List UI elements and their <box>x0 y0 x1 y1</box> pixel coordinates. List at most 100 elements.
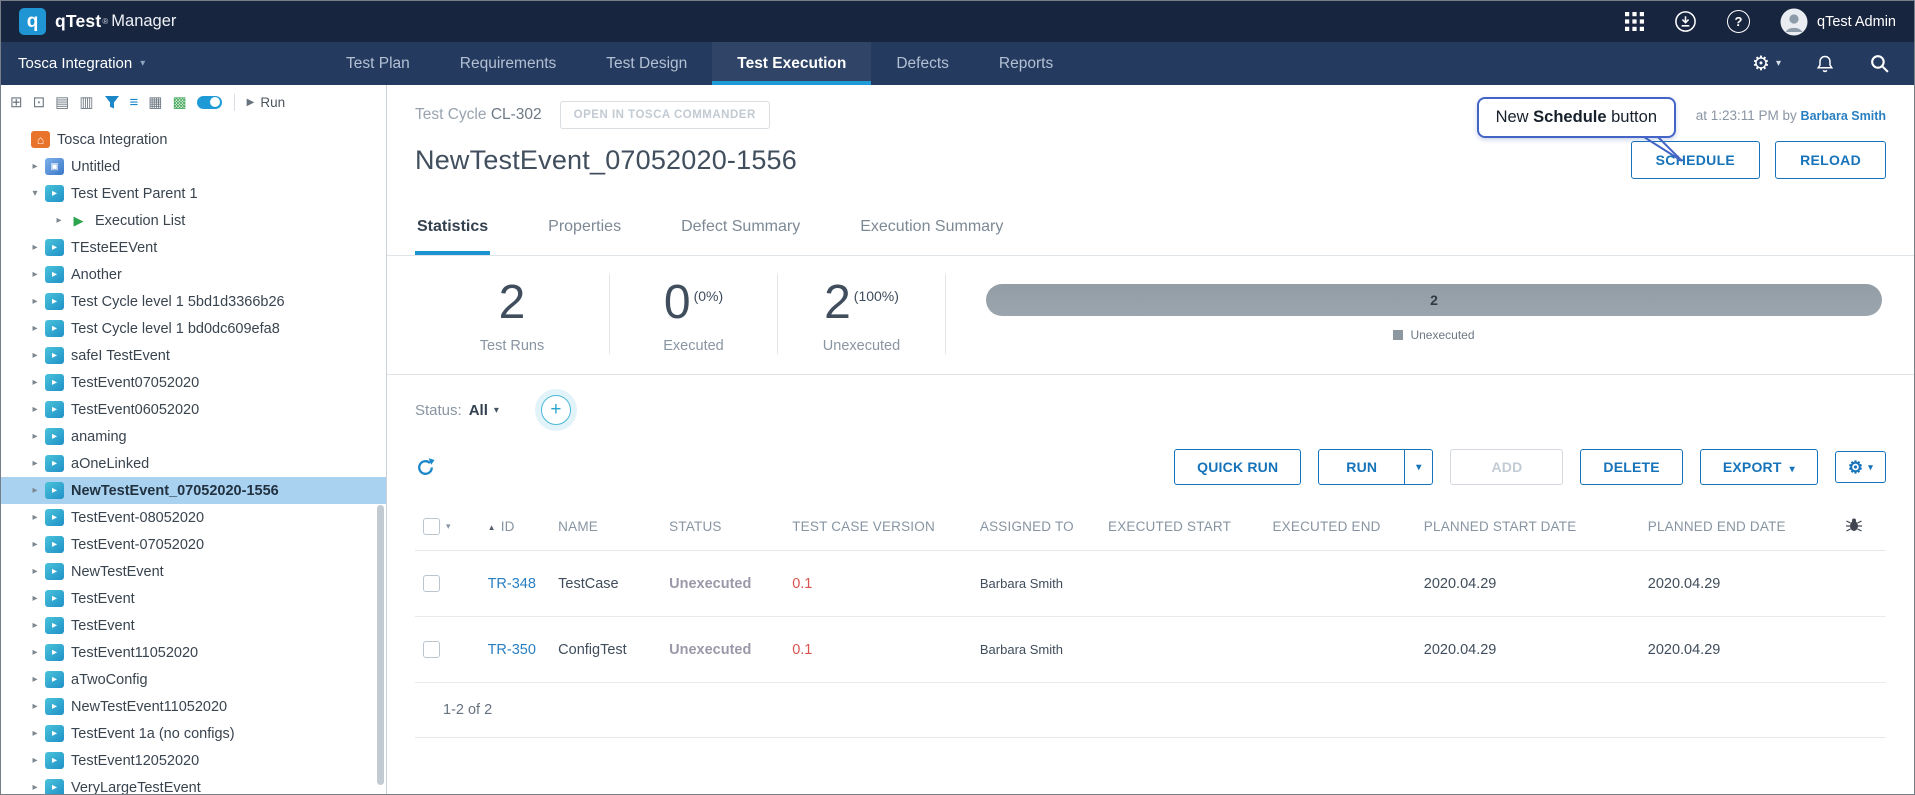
tab-defect-summary[interactable]: Defect Summary <box>679 205 802 255</box>
tree-item[interactable]: ▸▸TestEvent06052020 <box>1 396 386 423</box>
nav-item-requirements[interactable]: Requirements <box>435 42 582 85</box>
select-all-checkbox[interactable] <box>423 518 440 535</box>
tree-item[interactable]: ▸▸NewTestEvent_07052020-1556 <box>1 477 386 504</box>
caret-right-icon[interactable]: ▸ <box>27 539 43 550</box>
tab-properties[interactable]: Properties <box>546 205 623 255</box>
run-dropdown-caret[interactable]: ▾ <box>1404 449 1433 485</box>
updated-by-link[interactable]: Barbara Smith <box>1801 109 1886 123</box>
notifications-bell-icon[interactable] <box>1815 54 1835 74</box>
caret-right-icon[interactable]: ▸ <box>27 377 43 388</box>
tree-item[interactable]: ▸▶Execution List <box>1 207 386 234</box>
tree-item[interactable]: ▸▸TestEvent-07052020 <box>1 531 386 558</box>
sidebar-scrollbar[interactable] <box>377 505 384 785</box>
copy-item-icon[interactable]: ⊡ <box>33 95 46 110</box>
tree-item[interactable]: ▸▸TestEvent11052020 <box>1 639 386 666</box>
column-planned-start-date[interactable]: PLANNED START DATE <box>1416 503 1640 551</box>
tree-item[interactable]: ▸▸anaming <box>1 423 386 450</box>
chevron-down-icon[interactable]: ▾ <box>446 521 451 531</box>
tree-item[interactable]: ▸▸safeI TestEvent <box>1 342 386 369</box>
tree-item[interactable]: ▾▸Test Event Parent 1 <box>1 180 386 207</box>
test-run-link[interactable]: TR-348 <box>488 576 536 592</box>
column-planned-end-date[interactable]: PLANNED END DATE <box>1640 503 1838 551</box>
chevron-down-icon[interactable]: ▾ <box>494 405 499 416</box>
apps-grid-icon[interactable] <box>1625 12 1644 31</box>
search-icon[interactable] <box>1869 53 1890 74</box>
tree-item[interactable]: ▸▸Test Cycle level 1 5bd1d3366b26 <box>1 288 386 315</box>
row-checkbox[interactable] <box>423 575 440 592</box>
caret-right-icon[interactable]: ▸ <box>51 215 67 226</box>
grid-settings-button[interactable]: ⚙▾ <box>1835 451 1886 483</box>
caret-down-icon[interactable]: ▾ <box>27 188 43 199</box>
add-filter-button[interactable]: + <box>541 395 571 425</box>
settings-menu[interactable]: ⚙ ▾ <box>1752 54 1781 74</box>
column-executed-end[interactable]: EXECUTED END <box>1264 503 1415 551</box>
tree-item[interactable]: ⌂Tosca Integration <box>1 126 386 153</box>
open-in-tosca-commander-button[interactable]: OPEN IN TOSCA COMMANDER <box>560 101 770 129</box>
filter-icon[interactable] <box>104 95 120 110</box>
caret-right-icon[interactable]: ▸ <box>27 701 43 712</box>
tree-item[interactable]: ▸▸TestEvent 1a (no configs) <box>1 720 386 747</box>
select-all-header[interactable]: ▾ <box>415 503 480 551</box>
caret-right-icon[interactable]: ▸ <box>27 620 43 631</box>
nav-item-defects[interactable]: Defects <box>871 42 974 85</box>
user-menu[interactable]: qTest Admin <box>1780 8 1896 36</box>
run-button[interactable]: RUN <box>1318 449 1405 485</box>
row-checkbox[interactable] <box>423 641 440 658</box>
paste-icon[interactable]: ▥ <box>79 95 93 110</box>
caret-right-icon[interactable]: ▸ <box>27 728 43 739</box>
tab-statistics[interactable]: Statistics <box>415 205 490 255</box>
run-button[interactable]: ▶ Run <box>247 95 285 110</box>
column-defects[interactable] <box>1837 503 1886 551</box>
tree-item[interactable]: ▸▸TestEvent12052020 <box>1 747 386 774</box>
caret-right-icon[interactable]: ▸ <box>27 782 43 793</box>
tab-execution-summary[interactable]: Execution Summary <box>858 205 1005 255</box>
column-executed-start[interactable]: EXECUTED START <box>1100 503 1264 551</box>
tree-item[interactable]: ▸▸NewTestEvent <box>1 558 386 585</box>
caret-right-icon[interactable]: ▸ <box>27 161 43 172</box>
caret-right-icon[interactable]: ▸ <box>27 269 43 280</box>
tree-item[interactable]: ▸▸NewTestEvent11052020 <box>1 693 386 720</box>
caret-right-icon[interactable]: ▸ <box>27 431 43 442</box>
refresh-icon[interactable] <box>415 457 436 478</box>
tree-item[interactable]: ▸▸TestEvent <box>1 585 386 612</box>
export-button[interactable]: EXPORT▾ <box>1700 449 1818 485</box>
tree-item[interactable]: ▸▸VeryLargeTestEvent <box>1 774 386 794</box>
column-name[interactable]: NAME <box>550 503 661 551</box>
new-item-icon[interactable]: ⊞ <box>10 95 23 110</box>
tree-item[interactable]: ▸▸TestEvent-08052020 <box>1 504 386 531</box>
caret-right-icon[interactable]: ▸ <box>27 755 43 766</box>
add-button[interactable]: ADD <box>1450 449 1563 485</box>
caret-right-icon[interactable]: ▸ <box>27 485 43 496</box>
column-id[interactable]: ▲ID <box>480 503 551 551</box>
nav-item-reports[interactable]: Reports <box>974 42 1078 85</box>
tree-item[interactable]: ▸▸Another <box>1 261 386 288</box>
card-view-icon[interactable]: ▤ <box>55 95 69 110</box>
nav-item-test-design[interactable]: Test Design <box>581 42 712 85</box>
help-icon[interactable]: ? <box>1727 10 1750 33</box>
column-test-case-version[interactable]: TEST CASE VERSION <box>784 503 972 551</box>
quick-run-button[interactable]: QUICK RUN <box>1174 449 1301 485</box>
column-assigned-to[interactable]: ASSIGNED TO <box>972 503 1100 551</box>
reload-button[interactable]: RELOAD <box>1775 141 1886 179</box>
download-icon[interactable] <box>1674 10 1697 33</box>
linked-items-icon[interactable]: ▩ <box>172 95 186 110</box>
caret-right-icon[interactable]: ▸ <box>27 647 43 658</box>
caret-right-icon[interactable]: ▸ <box>27 323 43 334</box>
caret-right-icon[interactable]: ▸ <box>27 458 43 469</box>
tree-item[interactable]: ▸▸TEsteEEVent <box>1 234 386 261</box>
grid-view-icon[interactable]: ▦ <box>148 95 162 110</box>
tree-item[interactable]: ▸▸aOneLinked <box>1 450 386 477</box>
caret-right-icon[interactable]: ▸ <box>27 674 43 685</box>
tree-item[interactable]: ▸▸Test Cycle level 1 bd0dc609efa8 <box>1 315 386 342</box>
nav-item-test-execution[interactable]: Test Execution <box>712 42 871 85</box>
caret-right-icon[interactable]: ▸ <box>27 404 43 415</box>
project-selector[interactable]: Tosca Integration ▾ <box>1 42 321 85</box>
toggle-switch[interactable] <box>197 96 222 109</box>
data-query-icon[interactable]: ≡ <box>130 95 139 110</box>
caret-right-icon[interactable]: ▸ <box>27 350 43 361</box>
tree-item[interactable]: ▸▸TestEvent07052020 <box>1 369 386 396</box>
caret-right-icon[interactable]: ▸ <box>27 566 43 577</box>
status-filter-value[interactable]: All <box>469 402 488 419</box>
test-run-link[interactable]: TR-350 <box>488 642 536 658</box>
tree-item[interactable]: ▸▸aTwoConfig <box>1 666 386 693</box>
